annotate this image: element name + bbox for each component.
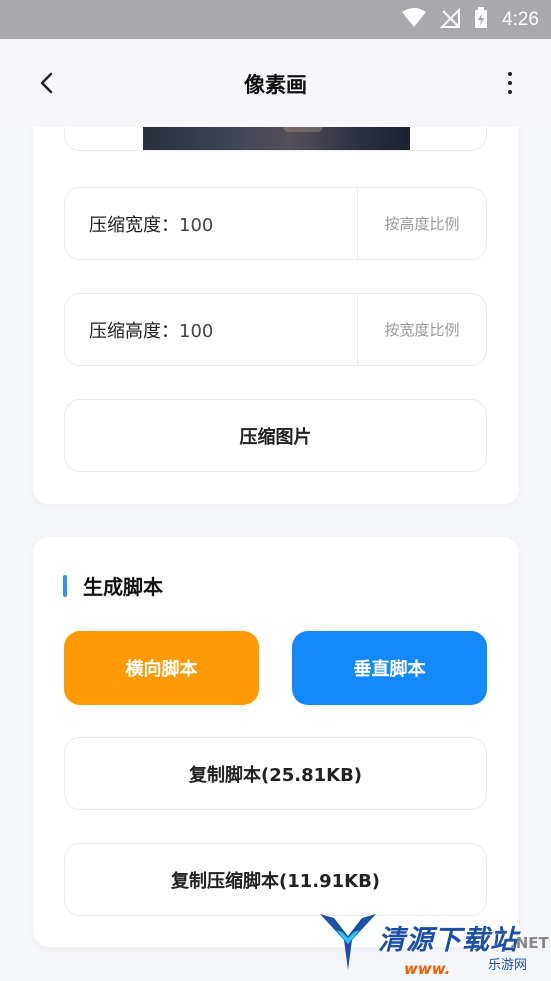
compress-height-label: 压缩高度：	[89, 320, 179, 342]
scale-by-width-button[interactable]: 按宽度比例	[358, 319, 486, 340]
section-title: 生成脚本	[83, 575, 163, 599]
watermark-logo-icon	[318, 910, 378, 978]
content-scroll-area[interactable]: 压缩宽度：100 按高度比例 压缩高度：100 按宽度比例 压缩图片 生成脚本 …	[0, 127, 551, 981]
status-bar: 4:26	[0, 0, 551, 39]
watermark-text: 清源下载站	[378, 925, 518, 956]
image-preview	[143, 127, 410, 150]
watermark-sub: 乐游网	[488, 958, 528, 973]
battery-charging-icon	[474, 6, 488, 33]
section-accent-bar	[63, 574, 67, 597]
copy-script-button[interactable]: 复制脚本(25.81KB)	[64, 737, 487, 810]
horizontal-script-button[interactable]: 横向脚本	[64, 631, 259, 705]
no-signal-icon	[439, 7, 461, 32]
compress-width-label: 压缩宽度：	[89, 214, 179, 236]
compress-height-value[interactable]: 100	[179, 321, 213, 342]
copy-compressed-script-button[interactable]: 复制压缩脚本(11.91KB)	[64, 843, 487, 916]
compress-height-row[interactable]: 压缩高度：100 按宽度比例	[64, 293, 487, 366]
wifi-icon	[402, 7, 427, 32]
compress-width-value[interactable]: 100	[179, 215, 213, 236]
generate-script-card: 生成脚本 横向脚本 垂直脚本 复制脚本(25.81KB) 复制压缩脚本(11.9…	[33, 537, 519, 947]
compress-settings-card: 压缩宽度：100 按高度比例 压缩高度：100 按宽度比例 压缩图片	[33, 127, 519, 504]
image-preview-box	[64, 127, 487, 151]
scale-by-height-button[interactable]: 按高度比例	[358, 213, 486, 234]
compress-width-row[interactable]: 压缩宽度：100 按高度比例	[64, 187, 487, 260]
watermark-net: .NET	[510, 934, 549, 952]
watermark: 清源下载站 .NET www. 乐游网	[318, 908, 551, 981]
section-header: 生成脚本	[63, 571, 163, 600]
compress-image-button[interactable]: 压缩图片	[64, 399, 487, 472]
more-vertical-icon[interactable]	[495, 63, 525, 103]
app-bar: 像素画	[0, 39, 551, 127]
page-title: 像素画	[244, 73, 307, 97]
vertical-script-button[interactable]: 垂直脚本	[292, 631, 487, 705]
status-time: 4:26	[502, 8, 539, 30]
watermark-url: www.	[404, 960, 451, 978]
